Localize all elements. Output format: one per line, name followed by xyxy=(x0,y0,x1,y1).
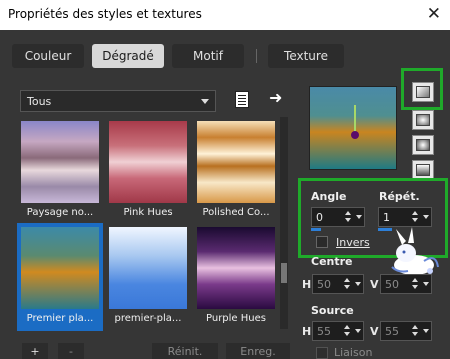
link-checkbox[interactable] xyxy=(316,347,328,359)
linear-gradient-icon xyxy=(416,86,430,98)
angle-stepper[interactable] xyxy=(344,208,364,226)
mascot-image xyxy=(391,227,439,275)
sunburst-gradient-icon xyxy=(416,139,430,151)
linear-style-button[interactable] xyxy=(412,82,434,102)
angle-slider-mark[interactable] xyxy=(311,228,321,231)
dropdown-caret-icon[interactable] xyxy=(355,282,361,286)
angle-value: 0 xyxy=(316,211,323,224)
window-title: Propriétés des styles et textures xyxy=(8,7,202,21)
gradient-label: premier-pla... xyxy=(114,313,182,324)
chevron-down-icon[interactable] xyxy=(412,218,418,222)
gradient-label: Premier pla... xyxy=(26,313,94,324)
tab-divider xyxy=(256,49,257,63)
gradient-center-handle[interactable] xyxy=(351,131,359,139)
gradient-label: Polished Co... xyxy=(202,207,270,218)
rectangular-gradient-icon xyxy=(416,114,430,126)
chevron-up-icon[interactable] xyxy=(412,211,418,215)
gradient-swatch xyxy=(109,121,187,203)
center-h-spinbox[interactable]: 50 xyxy=(312,274,364,294)
source-h-value: 55 xyxy=(317,325,331,338)
radial-style-button[interactable] xyxy=(412,160,434,180)
category-select-value: Tous xyxy=(27,95,52,108)
tab-texture[interactable]: Texture xyxy=(268,44,344,68)
chevron-up-icon[interactable] xyxy=(412,325,418,329)
chevron-down-icon[interactable] xyxy=(344,285,350,289)
gradient-swatch xyxy=(21,227,99,309)
dropdown-caret-icon[interactable] xyxy=(423,282,429,286)
center-v-label: V xyxy=(370,278,379,291)
close-icon[interactable]: ✕ xyxy=(427,4,441,24)
link-label: Liaison xyxy=(334,346,373,359)
invert-checkbox[interactable] xyxy=(316,236,328,248)
source-h-spinbox[interactable]: 55 xyxy=(312,321,364,341)
tab-degrade[interactable]: Dégradé xyxy=(92,44,164,68)
add-gradient-button[interactable]: + xyxy=(22,343,48,359)
gradient-swatch xyxy=(197,121,275,203)
chevron-down-icon[interactable] xyxy=(412,285,418,289)
chevron-down-icon[interactable] xyxy=(344,332,350,336)
chevron-down-icon xyxy=(201,99,209,104)
radial-gradient-icon xyxy=(416,164,430,176)
gradient-editor-icon[interactable] xyxy=(235,91,249,108)
center-h-label: H xyxy=(302,278,312,291)
gradient-label: Paysage no... xyxy=(26,207,94,218)
gradient-grid: Paysage no... Pink Hues Polished Co... P… xyxy=(17,117,279,331)
gradient-preview[interactable] xyxy=(309,86,397,170)
center-h-stepper[interactable] xyxy=(343,275,363,293)
repeat-value: 1 xyxy=(383,211,390,224)
remove-gradient-button[interactable]: - xyxy=(58,343,84,359)
source-h-label: H xyxy=(302,325,312,338)
source-v-stepper[interactable] xyxy=(411,322,431,340)
dropdown-caret-icon[interactable] xyxy=(423,215,429,219)
gradient-angle-handle[interactable] xyxy=(354,105,356,133)
reset-button[interactable]: Réinit. xyxy=(152,343,218,359)
arrow-right-icon[interactable]: ➜ xyxy=(269,88,282,107)
angle-spinbox[interactable]: 0 xyxy=(311,207,365,227)
center-h-value: 50 xyxy=(317,278,331,291)
sunburst-style-button[interactable] xyxy=(412,135,434,155)
dropdown-caret-icon[interactable] xyxy=(356,215,362,219)
gradient-label: Pink Hues xyxy=(123,207,173,218)
title-bar: Propriétés des styles et textures ✕ xyxy=(0,0,450,30)
gradient-label: Purple Hues xyxy=(206,313,266,324)
center-v-spinbox[interactable]: 50 xyxy=(380,274,432,294)
category-select[interactable]: Tous xyxy=(20,90,216,112)
source-h-stepper[interactable] xyxy=(343,322,363,340)
gradient-swatch xyxy=(197,227,275,309)
center-v-value: 50 xyxy=(385,278,399,291)
invert-label: Invers xyxy=(336,236,370,249)
chevron-up-icon[interactable] xyxy=(344,278,350,282)
tab-couleur[interactable]: Couleur xyxy=(12,44,84,68)
rectangular-style-button[interactable] xyxy=(412,110,434,130)
chevron-up-icon[interactable] xyxy=(344,325,350,329)
gradient-swatch xyxy=(109,227,187,309)
repeat-label: Répét. xyxy=(379,190,420,203)
chevron-down-icon[interactable] xyxy=(412,332,418,336)
angle-label: Angle xyxy=(311,190,347,203)
gradient-swatch xyxy=(21,121,99,203)
source-label: Source xyxy=(311,304,354,317)
center-label: Centre xyxy=(311,255,353,268)
chevron-up-icon[interactable] xyxy=(345,211,351,215)
source-v-label: V xyxy=(370,325,379,338)
source-v-spinbox[interactable]: 55 xyxy=(380,321,432,341)
tab-motif[interactable]: Motif xyxy=(172,44,244,68)
scrollbar-thumb[interactable] xyxy=(281,263,287,283)
dropdown-caret-icon[interactable] xyxy=(355,329,361,333)
chevron-down-icon[interactable] xyxy=(345,218,351,222)
dropdown-caret-icon[interactable] xyxy=(423,329,429,333)
gradient-scrollbar[interactable] xyxy=(280,117,288,329)
repeat-spinbox[interactable]: 1 xyxy=(378,207,432,227)
repeat-stepper[interactable] xyxy=(411,208,431,226)
chevron-up-icon[interactable] xyxy=(412,278,418,282)
save-button[interactable]: Enreg. xyxy=(226,343,290,359)
gradient-item-selected[interactable]: Premier pla... xyxy=(17,223,103,331)
source-v-value: 55 xyxy=(385,325,399,338)
center-v-stepper[interactable] xyxy=(411,275,431,293)
